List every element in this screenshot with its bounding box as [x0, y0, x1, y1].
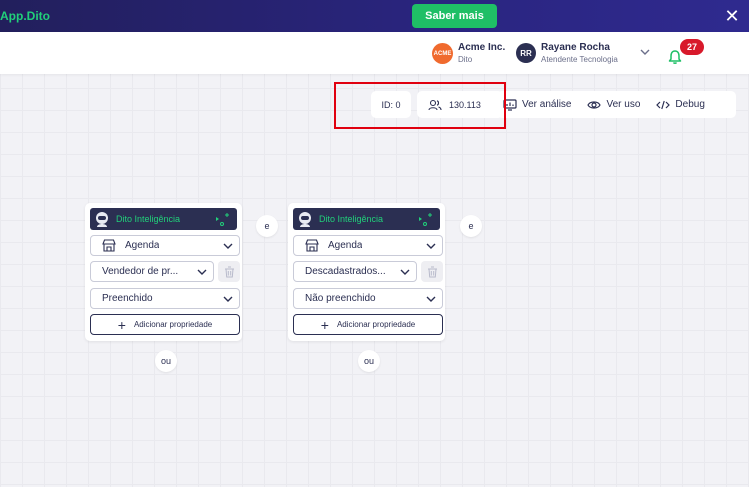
condition-select-value: Não preenchido: [305, 293, 376, 304]
and-connector[interactable]: e: [460, 215, 482, 237]
add-property-label: Adicionar propriedade: [336, 320, 416, 329]
property-select-value: Vendedor de pr...: [102, 266, 179, 277]
company-name[interactable]: Acme Inc.: [458, 42, 505, 53]
debug-label: Debug: [675, 99, 705, 110]
sparkle-icon: [419, 213, 432, 226]
card-header: Dito Inteligência: [293, 208, 440, 230]
saber-mais-button[interactable]: Saber mais: [412, 4, 497, 28]
chevron-down-icon: [426, 243, 436, 249]
add-property-button[interactable]: + Adicionar propriedade: [293, 314, 443, 335]
chevron-down-icon: [223, 243, 233, 249]
segment-id: ID: 0: [371, 91, 411, 118]
add-property-label: Adicionar propriedade: [133, 320, 213, 329]
ver-uso-label: Ver uso: [606, 99, 641, 110]
event-select[interactable]: Agenda: [293, 235, 443, 256]
robot-icon: [96, 212, 108, 227]
card-header-label: Dito Inteligência: [116, 214, 181, 224]
ver-analise-button[interactable]: Ver análise: [497, 98, 572, 111]
add-property-button[interactable]: + Adicionar propriedade: [90, 314, 240, 335]
trash-icon: [224, 266, 234, 277]
condition-select[interactable]: Preenchido: [90, 288, 240, 309]
or-connector[interactable]: ou: [358, 350, 380, 372]
users-icon: [428, 99, 442, 110]
user-role: Atendente Tecnologia: [541, 55, 618, 64]
store-icon: [102, 239, 116, 252]
card-header-label: Dito Inteligência: [319, 214, 384, 224]
app-header: ACME Acme Inc. Dito RR Rayane Rocha Aten…: [0, 32, 749, 74]
card-header: Dito Inteligência: [90, 208, 237, 230]
sparkle-icon: [216, 213, 229, 226]
condition-card: Dito Inteligência Agenda Descadastrados.…: [288, 203, 445, 341]
trash-icon: [427, 266, 437, 277]
condition-card: Dito Inteligência Agenda Vendedor de pr.…: [85, 203, 242, 341]
promo-banner: App.Dito Saber mais ✕: [0, 0, 749, 32]
segment-id-label: ID: 0: [381, 99, 401, 110]
code-icon: [656, 100, 671, 109]
monitor-chart-icon: [503, 98, 517, 111]
toolbar-actions: Ver análise Ver uso Debug: [497, 91, 736, 118]
user-name[interactable]: Rayane Rocha: [541, 42, 610, 53]
store-icon: [305, 239, 319, 252]
chevron-down-icon: [223, 296, 233, 302]
delete-property-button[interactable]: [421, 261, 443, 282]
event-select-value: Agenda: [328, 240, 363, 251]
audience-count-value: 130.113: [449, 99, 481, 110]
chevron-down-icon: [400, 269, 410, 275]
or-connector[interactable]: ou: [155, 350, 177, 372]
audience-count: 130.113: [417, 91, 503, 118]
debug-button[interactable]: Debug: [650, 99, 705, 111]
chevron-down-icon: [197, 269, 207, 275]
notification-badge[interactable]: 27: [680, 39, 704, 55]
condition-select[interactable]: Não preenchido: [293, 288, 443, 309]
property-select[interactable]: Vendedor de pr...: [90, 261, 214, 282]
close-icon[interactable]: ✕: [722, 6, 742, 26]
brand-logo[interactable]: App.Dito: [0, 9, 50, 23]
condition-select-value: Preenchido: [102, 293, 153, 304]
avatar[interactable]: RR: [516, 43, 536, 63]
event-select-value: Agenda: [125, 240, 160, 251]
chevron-down-icon: [426, 296, 436, 302]
property-select-value: Descadastrados...: [305, 266, 386, 277]
event-select[interactable]: Agenda: [90, 235, 240, 256]
company-logo[interactable]: ACME: [432, 43, 453, 64]
chevron-down-icon[interactable]: [639, 46, 651, 58]
plus-icon: +: [320, 316, 329, 333]
plus-icon: +: [117, 316, 126, 333]
property-select[interactable]: Descadastrados...: [293, 261, 417, 282]
ver-analise-label: Ver análise: [522, 99, 572, 110]
delete-property-button[interactable]: [218, 261, 240, 282]
ver-uso-button[interactable]: Ver uso: [581, 99, 640, 111]
and-connector[interactable]: e: [256, 215, 278, 237]
company-sub: Dito: [458, 55, 473, 64]
eye-icon: [587, 100, 602, 109]
robot-icon: [299, 212, 311, 227]
